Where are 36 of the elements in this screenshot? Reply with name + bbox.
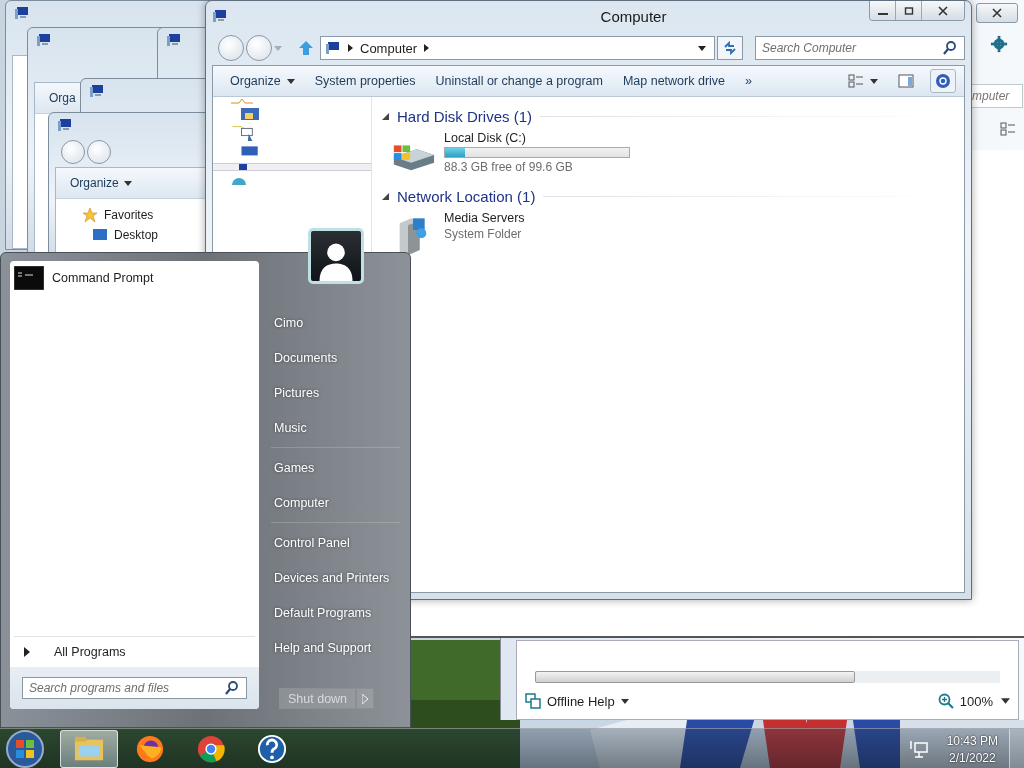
zoom-button[interactable]: 100% — [937, 693, 993, 709]
item-name[interactable]: Local Disk (C:) — [444, 131, 630, 145]
start-menu-link[interactable]: Music — [271, 410, 400, 445]
command-button[interactable]: System properties — [307, 70, 423, 92]
item-name[interactable]: Media Servers — [444, 211, 525, 225]
search-field[interactable]: mputer — [971, 84, 1023, 108]
offline-help-button[interactable]: Offline Help — [525, 693, 629, 709]
command-button[interactable]: Map network drive — [615, 70, 733, 92]
group-header[interactable]: Hard Disk Drives (1) — [397, 107, 532, 125]
window-title: Computer — [599, 7, 668, 25]
command-button[interactable]: Uninstall or change a program — [428, 70, 610, 92]
clock[interactable]: 10:43 PM 2/1/2022 — [946, 733, 998, 765]
command-button[interactable]: Organize — [223, 70, 302, 92]
toolbar-label: Orga — [49, 91, 76, 105]
organize-button[interactable]: Organize — [70, 176, 132, 190]
search-field[interactable]: Search Computer — [755, 36, 965, 60]
start-menu-link[interactable]: Cimo — [271, 305, 400, 340]
item-detail: 88.3 GB free of 99.6 GB — [444, 160, 574, 174]
clock-date: 2/1/2022 — [948, 750, 996, 765]
start-menu-link[interactable]: Default Programs — [271, 595, 400, 630]
search-field[interactable]: Search programs and files — [22, 677, 247, 699]
nav-item[interactable]: Favorites — [82, 207, 154, 223]
address-bar[interactable]: Computer — [320, 36, 715, 60]
start-menu-link[interactable]: Control Panel — [271, 525, 400, 560]
start-menu-link[interactable]: Computer — [271, 485, 400, 520]
item-detail: System Folder — [444, 227, 523, 241]
nav-item[interactable]: Desktop — [92, 227, 159, 243]
group-header[interactable]: Network Location (1) — [397, 187, 536, 205]
start-menu-link[interactable]: Documents — [271, 340, 400, 375]
start-menu-link[interactable]: Devices and Printers — [271, 560, 400, 595]
program-item[interactable]: Command Prompt — [10, 261, 259, 295]
clock-time: 10:43 PM — [946, 733, 998, 748]
start-menu-link[interactable]: Pictures — [271, 375, 400, 410]
start-menu-link[interactable]: Help and Support — [271, 630, 400, 665]
more-button[interactable]: » — [738, 70, 759, 92]
start-menu-link[interactable]: Games — [271, 450, 400, 485]
